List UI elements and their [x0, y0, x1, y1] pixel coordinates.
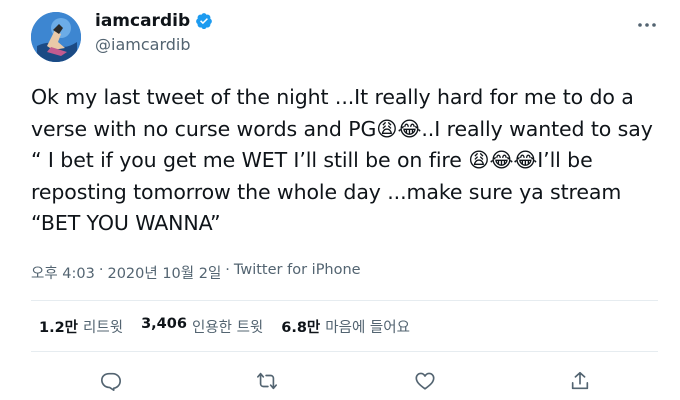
- quotes-label: 인용한 트윗: [191, 320, 264, 336]
- reply-icon[interactable]: [100, 370, 122, 392]
- meta-separator: ·: [225, 262, 230, 278]
- retweets-stat[interactable]: 1.2만 리트윗: [39, 316, 123, 337]
- tweet-time[interactable]: 오후 4:03: [31, 262, 95, 283]
- tweet-meta: 오후 4:03 · 2020년 10월 2일 · Twitter for iPh…: [31, 262, 361, 283]
- avatar[interactable]: [31, 12, 81, 62]
- share-icon[interactable]: [569, 370, 591, 392]
- likes-count: 6.8만: [281, 320, 321, 336]
- tweet-stats: 1.2만 리트윗 3,406 인용한 트윗 6.8만 마음에 들어요: [39, 316, 410, 337]
- verified-badge-icon: [195, 12, 213, 30]
- tweet-date[interactable]: 2020년 10월 2일: [107, 262, 221, 283]
- meta-separator: ·: [98, 262, 104, 278]
- tweet-client[interactable]: Twitter for iPhone: [234, 262, 361, 283]
- divider: [31, 351, 658, 352]
- divider: [31, 300, 658, 301]
- likes-label: 마음에 들어요: [325, 320, 410, 336]
- display-name[interactable]: iamcardib: [95, 11, 190, 31]
- user-name-row: iamcardib: [95, 11, 213, 31]
- tweet-card: iamcardib @iamcardib Ok my last tweet of…: [0, 0, 680, 400]
- tweet-actions: [0, 370, 680, 394]
- avatar-image-icon: [31, 12, 81, 62]
- more-icon[interactable]: [636, 14, 658, 36]
- retweets-count: 1.2만: [39, 320, 79, 336]
- likes-stat[interactable]: 6.8만 마음에 들어요: [281, 316, 410, 337]
- retweet-icon[interactable]: [256, 370, 278, 392]
- retweets-label: 리트윗: [83, 320, 124, 336]
- like-icon[interactable]: [414, 370, 436, 392]
- quotes-stat[interactable]: 3,406 인용한 트윗: [141, 316, 263, 337]
- user-handle[interactable]: @iamcardib: [95, 35, 191, 54]
- quotes-count: 3,406: [141, 316, 187, 332]
- tweet-text: Ok my last tweet of the night ...It real…: [31, 85, 660, 235]
